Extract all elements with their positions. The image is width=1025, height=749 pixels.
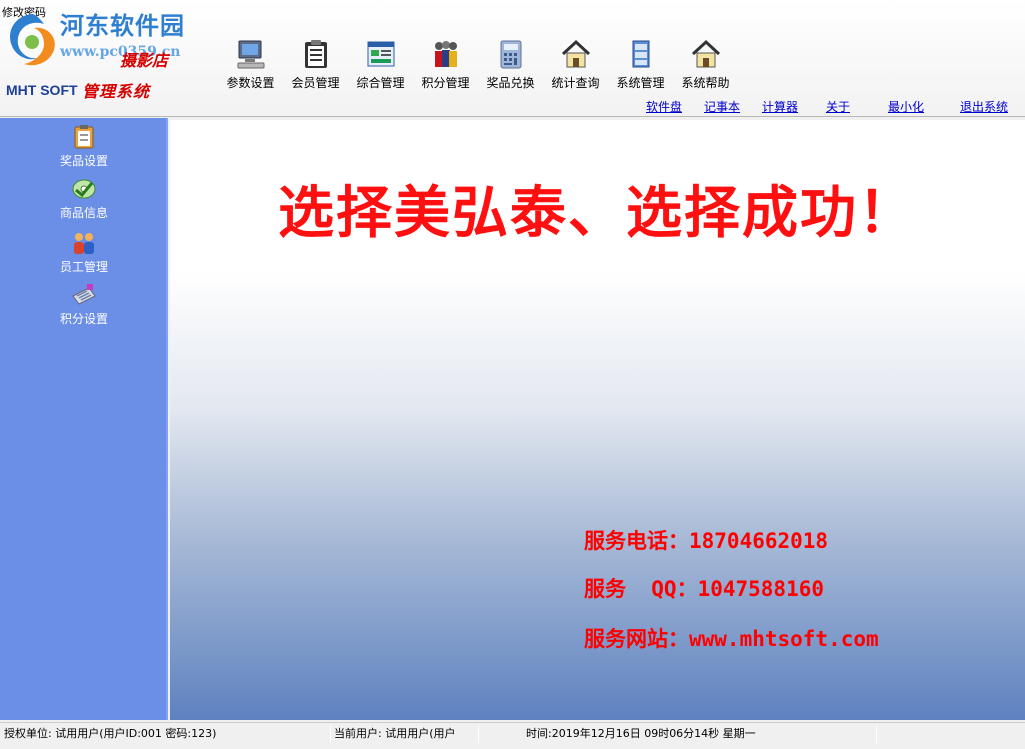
link-minimize[interactable]: 最小化 [888, 98, 924, 115]
calculator-icon [500, 40, 521, 69]
toolbar-points-management[interactable]: 积分管理 [413, 36, 478, 94]
toolbar-statistics-query[interactable]: 统计查询 [543, 36, 608, 94]
sidebar: 奖品设置 商品信息 员工管理 积分设置 [0, 118, 168, 720]
watermark-title: 河东软件园 [60, 11, 185, 40]
sidebar-item-label: 员工管理 [59, 260, 108, 274]
toolbar-label: 系统管理 [616, 76, 665, 90]
people-icon [434, 41, 457, 67]
status-auth-unit: 授权单位: 试用用户(用户ID:001 密码:123) [4, 727, 217, 740]
toolbar-member-management[interactable]: 会员管理 [283, 36, 348, 94]
window-icon [367, 41, 394, 67]
sidebar-item-prize-settings[interactable]: 奖品设置 [0, 124, 168, 169]
toolbar-general-management[interactable]: 综合管理 [348, 36, 413, 94]
status-time: 时间:2019年12月16日 09时06分14秒 星期一 [526, 727, 756, 740]
logo-company: MHT SOFT [6, 82, 78, 98]
link-software-disk[interactable]: 软件盘 [646, 98, 682, 115]
app-header: 修改密码 河东软件园 www.pc0359.cn 摄影店 MHT SOFT 管理… [0, 0, 1025, 117]
link-about[interactable]: 关于 [826, 98, 850, 115]
toolbar-label: 积分管理 [421, 76, 470, 90]
toolbar-label: 参数设置 [226, 76, 275, 90]
sidebar-item-label: 奖品设置 [59, 154, 108, 168]
cabinet-icon [632, 40, 649, 68]
toolbar-label: 系统帮助 [681, 76, 730, 90]
link-calculator[interactable]: 计算器 [762, 98, 798, 115]
staff-icon [74, 233, 94, 254]
clipboard-icon [304, 40, 327, 68]
sidebar-item-label: 积分设置 [59, 312, 108, 326]
toolbar-label: 会员管理 [291, 76, 340, 90]
house-icon [561, 39, 590, 68]
status-separator [330, 725, 331, 743]
sidebar-item-staff-management[interactable]: 员工管理 [0, 230, 168, 275]
toolbar-param-settings[interactable]: 参数设置 [218, 36, 283, 94]
toolbar-system-help[interactable]: 系统帮助 [673, 36, 738, 94]
logo-swirl-icon [10, 14, 55, 66]
toolbar-system-management[interactable]: 系统管理 [608, 36, 673, 94]
sidebar-item-points-settings[interactable]: 积分设置 [0, 282, 168, 327]
status-current-user: 当前用户: 试用用户(用户 [334, 727, 456, 740]
link-exit-system[interactable]: 退出系统 [960, 98, 1008, 115]
service-qq: 服务 QQ：1047588160 [584, 577, 825, 601]
keyboard-icon [72, 284, 96, 305]
toolbar-label: 综合管理 [356, 76, 405, 90]
sidebar-item-product-info[interactable]: 商品信息 [0, 176, 168, 221]
sidebar-item-label: 商品信息 [59, 206, 108, 220]
disc-icon [72, 179, 96, 199]
logo-shop-text: 摄影店 [120, 51, 169, 70]
status-bar: 授权单位: 试用用户(用户ID:001 密码:123) 当前用户: 试用用户(用… [0, 722, 1025, 749]
quick-links: 软件盘 记事本 计算器 关于 最小化 退出系统 [0, 98, 1025, 114]
toolbar-label: 奖品兑换 [486, 76, 535, 90]
computer-icon [237, 40, 264, 69]
toolbar-prize-exchange[interactable]: 奖品兑换 [478, 36, 543, 94]
toolbar-label: 统计查询 [551, 76, 600, 90]
status-separator [876, 725, 877, 743]
main-toolbar: 参数设置 会员管理 综合管理 积分管理 奖品兑换 统计查询 系统管理 系统帮助 [218, 36, 738, 94]
slogan-text: 选择美弘泰、选择成功！ [278, 180, 916, 246]
main-panel: 选择美弘泰、选择成功！ 服务电话：18704662018 服务 QQ：10475… [170, 120, 1025, 720]
service-phone: 服务电话：18704662018 [584, 529, 829, 553]
clipboard-icon [74, 125, 94, 149]
link-notepad[interactable]: 记事本 [704, 98, 740, 115]
service-website: 服务网站：www.mhtsoft.com [584, 627, 879, 651]
status-separator [478, 725, 479, 743]
house-icon [691, 39, 720, 68]
